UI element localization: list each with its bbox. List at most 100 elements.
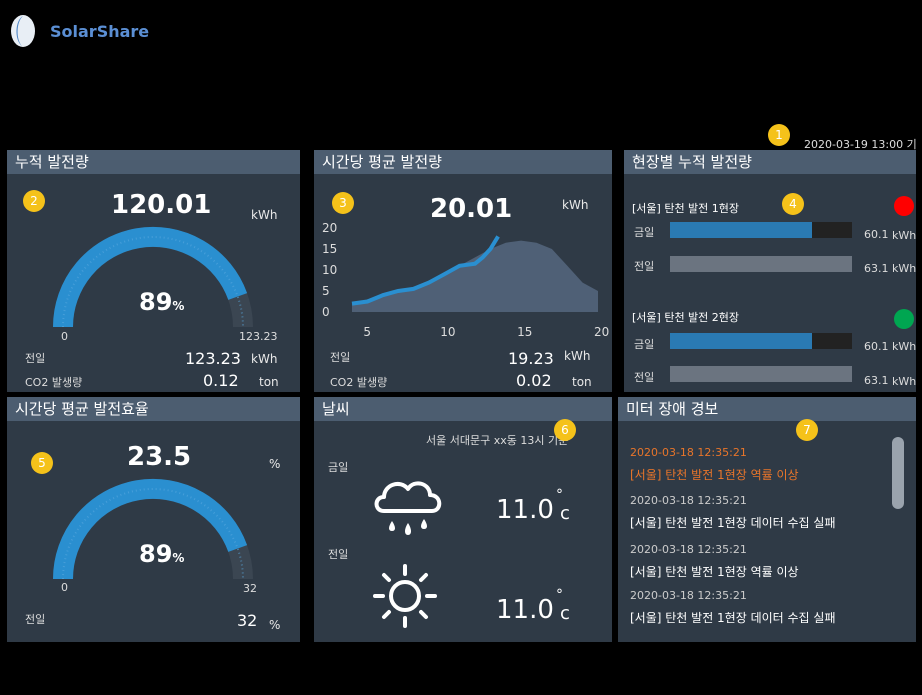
hourly-chart: 0 5 10 15 20 5 10 15 20	[322, 221, 609, 339]
chart-y-tick: 5	[322, 284, 330, 298]
efficiency-title: 시간당 평균 발전효율	[7, 397, 300, 421]
efficiency-percent-unit: %	[172, 551, 185, 565]
chart-y-tick: 10	[322, 263, 337, 277]
hourly-prev-label: 전일	[330, 351, 351, 364]
cumulative-percent-value: 89	[139, 288, 173, 316]
site-1-today-bar-fill	[670, 222, 812, 238]
cumulative-prev-value: 123.23	[185, 349, 241, 368]
site-2-prev-label: 전일	[634, 371, 655, 384]
chart-x-tick: 15	[517, 325, 532, 339]
logo-icon	[10, 14, 36, 48]
alert-1-date: 2020-03-18 12:35:21	[630, 446, 747, 459]
alert-4-date: 2020-03-18 12:35:21	[630, 589, 747, 602]
cumulative-gauge-max: 123.23	[239, 330, 278, 343]
cumulative-prev-label: 전일	[25, 352, 46, 365]
cumulative-percent: 89%	[139, 288, 184, 316]
marker-5: 5	[31, 452, 53, 474]
chart-y-tick: 20	[322, 221, 337, 235]
efficiency-gauge	[53, 478, 253, 580]
efficiency-value: 23.5	[127, 442, 192, 472]
site-1-prev-label: 전일	[634, 260, 655, 273]
chart-x-tick: 5	[363, 325, 371, 339]
site-2-name: [서울] 탄천 발전 2현장	[632, 311, 740, 324]
site-2-prev-unit: kWh	[892, 375, 917, 388]
alerts-title: 미터 장애 경보	[618, 397, 916, 421]
site-1-today-value: 60.1	[864, 228, 889, 241]
alerts-panel: 미터 장애 경보 7 2020-03-18 12:35:21 [서울] 탄천 발…	[618, 397, 916, 642]
efficiency-gauge-min: 0	[61, 581, 68, 594]
alert-3-date: 2020-03-18 12:35:21	[630, 543, 747, 556]
chart-y-tick: 15	[322, 242, 337, 256]
marker-3: 3	[332, 192, 354, 214]
efficiency-gauge-max: 32	[243, 582, 257, 595]
rain-cloud-icon	[374, 481, 442, 535]
site-1-prev-unit: kWh	[892, 262, 917, 275]
site-1-status-indicator	[894, 196, 914, 216]
cumulative-panel: 누적 발전량 2 120.01 kWh 89% 0 123.23 전일 123.…	[7, 150, 300, 392]
efficiency-prev-label: 전일	[25, 613, 46, 626]
brand-name: SolarShare	[50, 22, 150, 41]
marker-2: 2	[23, 190, 45, 212]
site-2-today-bar	[670, 333, 852, 349]
hourly-prev-value: 19.23	[508, 349, 554, 368]
weather-prev-temp: 11.0	[496, 595, 554, 625]
hourly-unit: kWh	[562, 198, 589, 212]
site-2-today-unit: kWh	[892, 340, 917, 353]
hourly-co2-value: 0.02	[516, 371, 552, 390]
alert-1-message[interactable]: [서울] 탄천 발전 1현장 역률 이상	[630, 466, 799, 483]
efficiency-unit: %	[269, 457, 281, 471]
cumulative-co2-unit: ton	[259, 375, 279, 389]
alert-4-message[interactable]: [서울] 탄천 발전 1현장 데이터 수집 실패	[630, 609, 836, 626]
site-1-prev-value: 63.1	[864, 262, 889, 275]
marker-4: 4	[782, 193, 804, 215]
cumulative-title: 누적 발전량	[7, 150, 300, 174]
alert-3-message[interactable]: [서울] 탄천 발전 1현장 역률 이상	[630, 563, 799, 580]
site-2-today-value: 60.1	[864, 340, 889, 353]
weather-prev-label: 전일	[328, 548, 349, 561]
cumulative-unit: kWh	[251, 208, 278, 222]
efficiency-percent: 89%	[139, 540, 184, 568]
site-2-today-bar-fill	[670, 333, 812, 349]
efficiency-prev-value: 32	[237, 611, 258, 630]
marker-7: 7	[796, 419, 818, 441]
cumulative-gauge	[53, 226, 253, 328]
site-2-today-label: 금일	[634, 338, 655, 351]
weather-today-temp: 11.0	[496, 495, 554, 525]
chart-x-tick: 20	[594, 325, 609, 339]
site-2-prev-bar	[670, 366, 852, 382]
marker-1: 1	[768, 124, 790, 146]
hourly-co2-unit: ton	[572, 375, 592, 389]
hourly-prev-unit: kWh	[564, 349, 591, 363]
weather-today-unit: c	[560, 503, 570, 524]
cumulative-co2-value: 0.12	[203, 371, 239, 390]
sites-title: 현장별 누적 발전량	[624, 150, 916, 174]
site-1-name: [서울] 탄천 발전 1현장	[632, 202, 740, 215]
chart-x-tick: 10	[440, 325, 455, 339]
marker-6: 6	[554, 419, 576, 441]
sun-icon	[373, 564, 437, 628]
site-1-today-label: 금일	[634, 226, 655, 239]
weather-prev-degree: °	[556, 587, 563, 603]
site-2-prev-value: 63.1	[864, 374, 889, 387]
cumulative-co2-label: CO2 발생량	[25, 376, 83, 389]
weather-location: 서울 서대문구 xx동 13시 기준	[426, 434, 569, 447]
cumulative-percent-unit: %	[172, 299, 185, 313]
alerts-scrollbar[interactable]	[892, 437, 904, 509]
hourly-panel: 시간당 평균 발전량 3 20.01 kWh 0 5 10 15 20 5 10 15 20 전…	[314, 150, 612, 392]
site-1-today-bar	[670, 222, 852, 238]
weather-today-label: 금일	[328, 461, 349, 474]
sites-panel: 현장별 누적 발전량 4 [서울] 탄천 발전 1현장 금일 60.1 kWh …	[624, 150, 916, 392]
weather-title: 날씨	[314, 397, 612, 421]
cumulative-gauge-min: 0	[61, 330, 68, 343]
chart-y-tick: 0	[322, 305, 330, 319]
alert-2-date: 2020-03-18 12:35:21	[630, 494, 747, 507]
chart-area-series	[352, 240, 598, 312]
site-1-prev-bar	[670, 256, 852, 272]
efficiency-prev-unit: %	[269, 618, 281, 632]
alert-2-message[interactable]: [서울] 탄천 발전 1현장 데이터 수집 실패	[630, 514, 836, 531]
cumulative-prev-unit: kWh	[251, 352, 278, 366]
hourly-co2-label: CO2 발생량	[330, 376, 388, 389]
weather-prev-unit: c	[560, 603, 570, 624]
weather-today-degree: °	[556, 487, 563, 503]
site-2-status-indicator	[894, 309, 914, 329]
